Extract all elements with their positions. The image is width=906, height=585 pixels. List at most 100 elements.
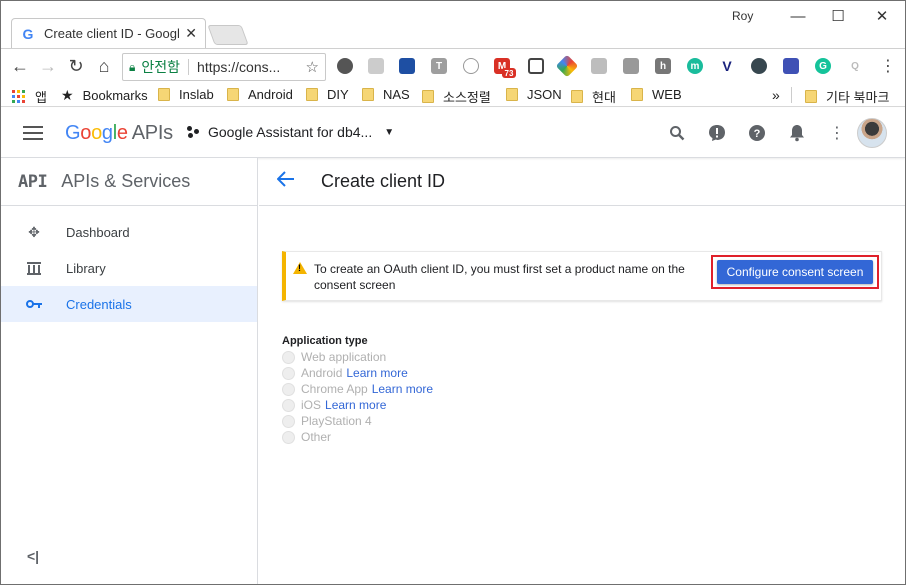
extension-icon[interactable]: h	[655, 58, 671, 74]
omnibox-divider	[188, 59, 190, 75]
url-text[interactable]: https://cons...	[197, 59, 306, 75]
new-tab-button[interactable]	[207, 25, 249, 45]
forward-icon[interactable]: →	[37, 55, 59, 77]
folder-icon	[506, 88, 518, 101]
option-ios[interactable]: iOS Learn more	[282, 397, 433, 413]
extension-icon[interactable]	[751, 58, 767, 74]
bookmark-label: JSON	[527, 87, 562, 102]
hamburger-menu-icon[interactable]	[23, 126, 43, 140]
star-icon: ★	[61, 87, 74, 103]
bookmark-item[interactable]: ★ Bookmarks	[61, 87, 148, 104]
browser-toolbar: ← → ↻ ⌂ 🔒︎ 안전함 https://cons... ☆ T M 73 …	[1, 48, 905, 83]
minimize-icon[interactable]: —	[783, 5, 813, 27]
extension-icon[interactable]: T	[431, 58, 447, 74]
more-vert-icon[interactable]: ⋮	[827, 123, 847, 143]
learn-more-link[interactable]: Learn more	[372, 382, 433, 396]
google-apis-logo[interactable]: Google APIs	[65, 122, 173, 145]
avatar[interactable]	[857, 118, 887, 148]
bookmark-folder[interactable]: NAS	[362, 87, 410, 102]
configure-consent-screen-button[interactable]: Configure consent screen	[717, 260, 873, 284]
option-other[interactable]: Other	[282, 429, 433, 445]
extension-icon[interactable]	[368, 58, 384, 74]
tab-close-icon[interactable]: ✕	[185, 25, 197, 42]
bookmark-folder[interactable]: WEB	[631, 87, 682, 102]
extension-icon[interactable]: V	[719, 58, 735, 74]
back-icon[interactable]: ←	[9, 55, 31, 77]
sidebar-item-label: Library	[66, 260, 106, 276]
grammarly-icon[interactable]: G	[815, 58, 831, 74]
warning-icon	[293, 262, 307, 274]
address-bar[interactable]: 🔒︎ 안전함 https://cons... ☆	[122, 53, 326, 81]
option-label: Web application	[301, 350, 387, 364]
folder-icon	[631, 88, 643, 101]
extension-icon[interactable]	[463, 58, 479, 74]
bookmark-apps[interactable]: 앱	[12, 87, 47, 106]
bell-icon[interactable]	[787, 123, 807, 143]
option-playstation-4[interactable]: PlayStation 4	[282, 413, 433, 429]
svg-text:?: ?	[754, 128, 761, 140]
bookmark-label: NAS	[383, 87, 410, 102]
dropdown-arrow-icon: ▼	[384, 126, 395, 138]
menu-kebab-icon[interactable]: ⋮	[877, 55, 899, 77]
evernote-icon[interactable]	[337, 58, 353, 74]
bookmark-folder[interactable]: 현대	[571, 87, 616, 106]
project-selector[interactable]: Google Assistant for db4... ▼	[187, 124, 394, 140]
bookmark-folder[interactable]: 소스정렬	[422, 87, 491, 106]
option-web-application[interactable]: Web application	[282, 349, 433, 365]
radio-button[interactable]	[282, 382, 295, 396]
extension-icon[interactable]: m	[687, 58, 703, 74]
color-picker-icon[interactable]	[555, 54, 579, 78]
home-icon[interactable]: ⌂	[93, 55, 115, 77]
notifications-alert-icon[interactable]	[707, 123, 727, 143]
bookmark-folder[interactable]: DIY	[306, 87, 349, 102]
key-icon	[25, 299, 43, 309]
search-icon[interactable]	[667, 123, 687, 143]
folder-icon	[571, 90, 583, 103]
sidebar-item-library[interactable]: Library	[1, 250, 257, 286]
folder-icon	[227, 88, 239, 101]
bookmark-folder-other[interactable]: 기타 북마크	[805, 87, 889, 106]
console-header: Google APIs Google Assistant for db4... ▼…	[1, 108, 905, 158]
highlight-box: Configure consent screen	[711, 255, 879, 289]
screenshot-icon[interactable]	[528, 58, 544, 74]
bookmark-extension-icon[interactable]	[783, 58, 799, 74]
sidebar-item-dashboard[interactable]: ✥ Dashboard	[1, 214, 257, 250]
profile-name[interactable]: Roy	[732, 9, 753, 23]
extension-icon[interactable]	[399, 58, 415, 74]
radio-button[interactable]	[282, 350, 295, 364]
learn-more-link[interactable]: Learn more	[346, 366, 407, 380]
maximize-icon[interactable]: ☐	[823, 5, 853, 27]
radio-button[interactable]	[282, 414, 295, 428]
reload-icon[interactable]: ↻	[65, 55, 87, 77]
bookmark-folder[interactable]: JSON	[506, 87, 562, 102]
learn-more-link[interactable]: Learn more	[325, 398, 386, 412]
gmail-badge: 73	[502, 68, 516, 78]
option-label: iOS	[301, 398, 322, 412]
radio-button[interactable]	[282, 430, 295, 444]
bookmarks-overflow-button[interactable]: »	[772, 87, 780, 103]
page-header: Create client ID	[259, 158, 905, 206]
browser-tab[interactable]: G Create client ID - Google ✕	[11, 18, 206, 48]
close-window-icon[interactable]: ✕	[867, 5, 897, 27]
angular-icon[interactable]	[591, 58, 607, 74]
option-label: Android	[301, 366, 343, 380]
lock-icon: 🔒︎	[129, 59, 136, 74]
collapse-sidebar-icon[interactable]: <|	[27, 548, 39, 564]
extension-icon[interactable]: Q	[847, 58, 863, 74]
option-android[interactable]: Android Learn more	[282, 365, 433, 381]
bookmark-folder[interactable]: Inslab	[158, 87, 214, 102]
project-icon	[187, 125, 201, 139]
sidebar-item-credentials[interactable]: Credentials	[1, 286, 257, 322]
bookmark-star-icon[interactable]: ☆	[306, 58, 319, 76]
radio-button[interactable]	[282, 366, 295, 380]
sidebar-title: APIs & Services	[61, 171, 191, 191]
bookmarks-divider	[791, 87, 792, 103]
browser-window: G Create client ID - Google ✕ Roy — ☐ ✕ …	[0, 0, 906, 585]
option-chrome-app[interactable]: Chrome App Learn more	[282, 381, 433, 397]
extension-icon[interactable]	[623, 58, 639, 74]
bookmark-label: 소스정렬	[443, 90, 491, 105]
radio-button[interactable]	[282, 398, 295, 412]
help-icon[interactable]: ?	[747, 123, 767, 143]
bookmark-folder[interactable]: Android	[227, 87, 293, 102]
back-arrow-icon[interactable]	[276, 170, 301, 193]
